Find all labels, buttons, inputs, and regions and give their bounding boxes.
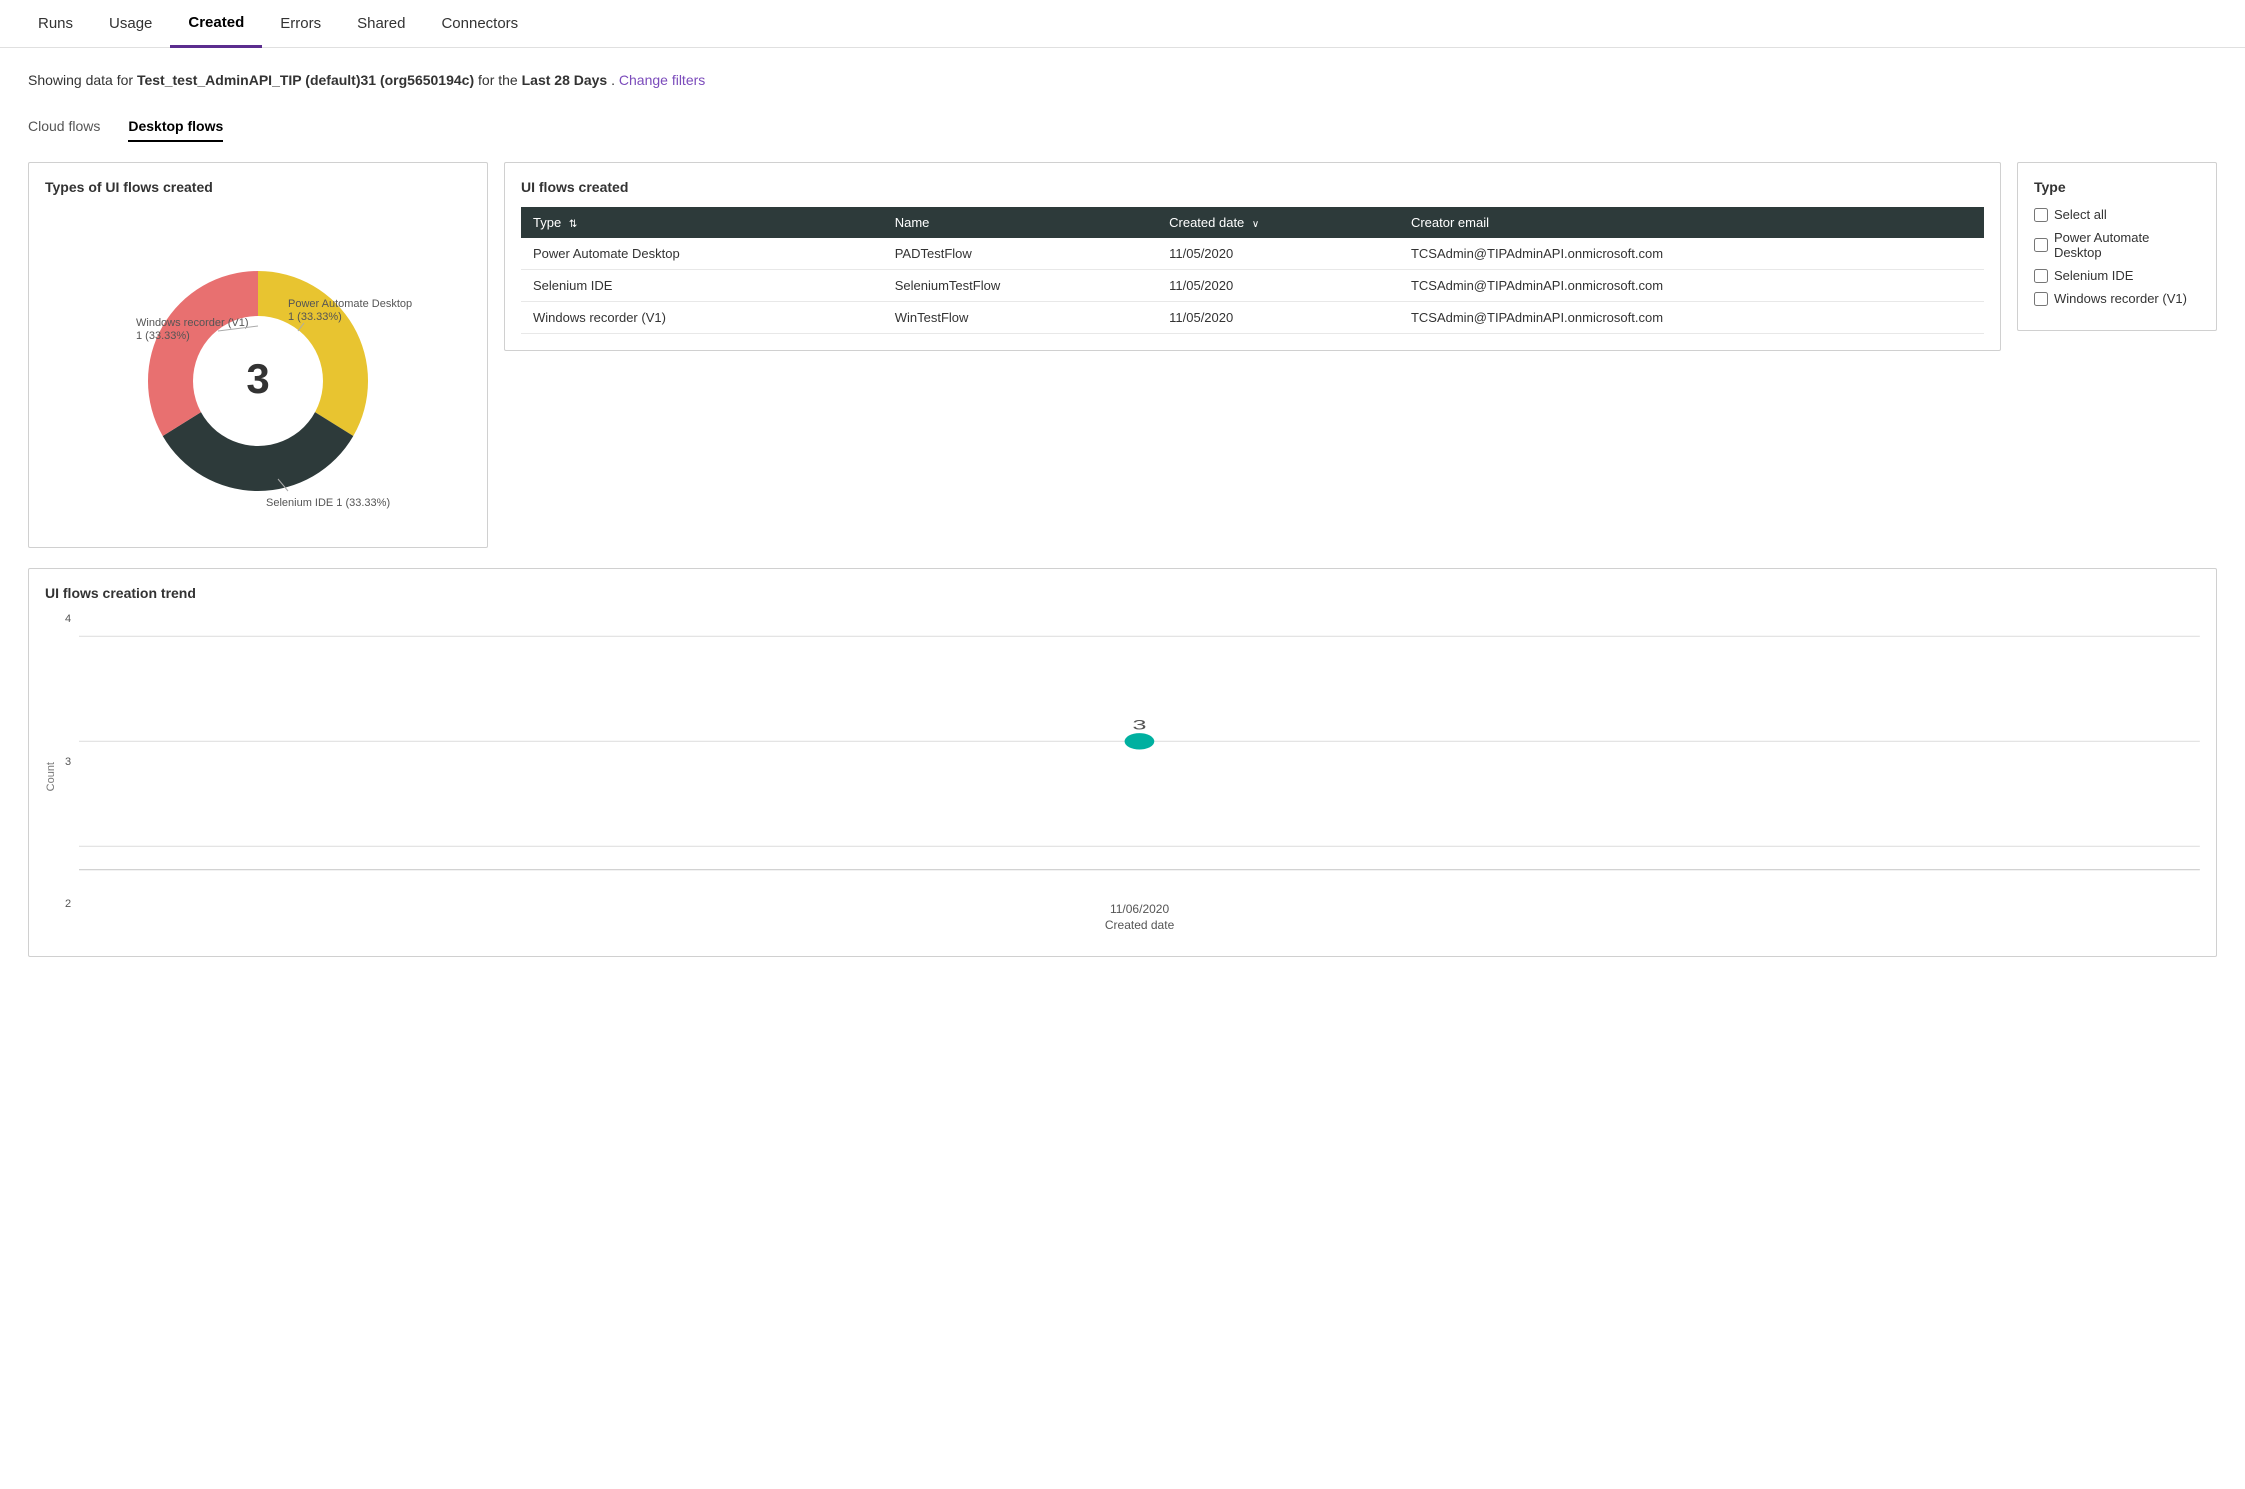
- filter-title: Type: [2034, 179, 2200, 195]
- nav-shared[interactable]: Shared: [339, 1, 423, 46]
- filter-windows-recorder[interactable]: Windows recorder (V1): [2034, 291, 2200, 306]
- data-point-dot: [1125, 733, 1155, 749]
- table-header-row: Type ⇅ Name Created date ∨ Creator email: [521, 207, 1984, 238]
- cell-created_date: 11/05/2020: [1157, 302, 1399, 334]
- cell-name: WinTestFlow: [883, 302, 1157, 334]
- table-row: Power Automate DesktopPADTestFlow11/05/2…: [521, 238, 1984, 270]
- x-axis-title: Created date: [1105, 918, 1174, 932]
- filter-select-all[interactable]: Select all: [2034, 207, 2200, 222]
- donut-chart-area: 3 Windows recorder (V1) 1 (33.33%) Power…: [45, 211, 471, 531]
- x-axis-labels: 11/06/2020 Created date: [79, 900, 2200, 940]
- nav-runs[interactable]: Runs: [20, 1, 91, 46]
- top-nav: Runs Usage Created Errors Shared Connect…: [0, 0, 2245, 48]
- trend-chart-area: Count 4 3 2 3: [45, 613, 2200, 940]
- filter-prefix: Showing data for: [28, 72, 137, 88]
- y-label-3: 3: [65, 756, 71, 768]
- y-axis-numbers: 4 3 2: [65, 613, 79, 940]
- nav-created[interactable]: Created: [170, 0, 262, 48]
- nav-errors[interactable]: Errors: [262, 1, 339, 46]
- change-filters-link[interactable]: Change filters: [619, 72, 705, 88]
- col-name: Name: [883, 207, 1157, 238]
- col-created-date[interactable]: Created date ∨: [1157, 207, 1399, 238]
- donut-label-pad-1: Power Automate Desktop: [288, 298, 412, 310]
- donut-label-windows-1: Windows recorder (V1): [136, 317, 248, 329]
- col-type[interactable]: Type ⇅: [521, 207, 883, 238]
- cell-creator_email: TCSAdmin@TIPAdminAPI.onmicrosoft.com: [1399, 270, 1984, 302]
- cell-type: Selenium IDE: [521, 270, 883, 302]
- filter-description: Showing data for Test_test_AdminAPI_TIP …: [28, 72, 2217, 88]
- cell-created_date: 11/05/2020: [1157, 270, 1399, 302]
- data-label-3: 3: [1132, 717, 1146, 733]
- y-label-4: 4: [65, 613, 71, 625]
- trend-chart-title: UI flows creation trend: [45, 585, 2200, 601]
- y-axis-label: Count: [45, 762, 57, 791]
- page-content: Showing data for Test_test_AdminAPI_TIP …: [0, 48, 2245, 981]
- trend-chart-card: UI flows creation trend Count 4 3 2: [28, 568, 2217, 957]
- filter-env: Test_test_AdminAPI_TIP (default)31 (org5…: [137, 72, 474, 88]
- checkbox-selenium[interactable]: [2034, 269, 2048, 283]
- sort-icon-type: ⇅: [569, 219, 577, 230]
- donut-chart-title: Types of UI flows created: [45, 179, 471, 195]
- flows-table: Type ⇅ Name Created date ∨ Creator email: [521, 207, 1984, 334]
- y-label-2: 2: [65, 898, 71, 910]
- col-creator-email: Creator email: [1399, 207, 1984, 238]
- checkbox-pad[interactable]: [2034, 238, 2048, 252]
- cell-type: Power Automate Desktop: [521, 238, 883, 270]
- filter-pad[interactable]: Power Automate Desktop: [2034, 230, 2200, 260]
- tab-desktop-flows[interactable]: Desktop flows: [128, 112, 223, 142]
- cell-creator_email: TCSAdmin@TIPAdminAPI.onmicrosoft.com: [1399, 238, 1984, 270]
- table-title: UI flows created: [521, 179, 1984, 195]
- checkbox-select-all[interactable]: [2034, 208, 2048, 222]
- trend-svg: 3: [79, 613, 2200, 893]
- filter-period: Last 28 Days: [522, 72, 608, 88]
- filter-selenium[interactable]: Selenium IDE: [2034, 268, 2200, 283]
- cell-created_date: 11/05/2020: [1157, 238, 1399, 270]
- windows-recorder-label: Windows recorder (V1): [2054, 291, 2187, 306]
- nav-usage[interactable]: Usage: [91, 1, 170, 46]
- selenium-label: Selenium IDE: [2054, 268, 2133, 283]
- donut-chart-card: Types of UI flows created: [28, 162, 488, 548]
- trend-svg-wrapper: Count 4 3 2 3: [45, 613, 2200, 940]
- trend-chart-svg-container: 3 11/06/2020 Created date: [79, 613, 2200, 940]
- cell-name: SeleniumTestFlow: [883, 270, 1157, 302]
- nav-connectors[interactable]: Connectors: [423, 1, 536, 46]
- filter-middle: for the: [478, 72, 522, 88]
- table-card: UI flows created Type ⇅ Name Created dat…: [504, 162, 2001, 351]
- select-all-label: Select all: [2054, 207, 2107, 222]
- cell-creator_email: TCSAdmin@TIPAdminAPI.onmicrosoft.com: [1399, 302, 1984, 334]
- tab-cloud-flows[interactable]: Cloud flows: [28, 112, 100, 142]
- type-filter-card: Type Select all Power Automate Desktop S…: [2017, 162, 2217, 331]
- table-row: Windows recorder (V1)WinTestFlow11/05/20…: [521, 302, 1984, 334]
- sort-icon-date: ∨: [1252, 219, 1259, 230]
- table-row: Selenium IDESeleniumTestFlow11/05/2020TC…: [521, 270, 1984, 302]
- donut-svg: 3 Windows recorder (V1) 1 (33.33%) Power…: [88, 211, 428, 531]
- cell-type: Windows recorder (V1): [521, 302, 883, 334]
- filter-suffix: .: [611, 72, 615, 88]
- checkbox-windows-recorder[interactable]: [2034, 292, 2048, 306]
- cell-name: PADTestFlow: [883, 238, 1157, 270]
- pad-label: Power Automate Desktop: [2054, 230, 2200, 260]
- donut-center-value: 3: [246, 355, 269, 402]
- donut-label-windows-2: 1 (33.33%): [136, 330, 190, 342]
- x-label-date: 11/06/2020: [1110, 902, 1169, 916]
- panels-row: Types of UI flows created: [28, 162, 2217, 548]
- donut-label-pad-2: 1 (33.33%): [288, 311, 342, 323]
- sub-tab-bar: Cloud flows Desktop flows: [28, 112, 2217, 142]
- donut-label-selenium-1: Selenium IDE 1 (33.33%): [266, 497, 390, 509]
